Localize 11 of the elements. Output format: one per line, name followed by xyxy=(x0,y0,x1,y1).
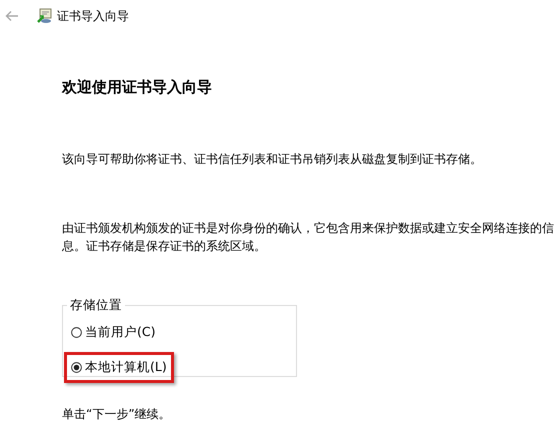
intro-paragraph: 该向导可帮助你将证书、证书信任列表和证书吊销列表从磁盘复制到证书存储。 xyxy=(62,151,483,168)
radio-button[interactable] xyxy=(71,362,82,373)
description-paragraph: 由证书颁发机构颁发的证书是对你身份的确认，它包含用来保护数据或建立安全网络连接的信息。证书存储是保存证书的系统区域。 xyxy=(62,220,555,255)
radio-button[interactable] xyxy=(71,327,82,338)
page-heading: 欢迎使用证书导入向导 xyxy=(62,78,213,97)
radio-option[interactable]: 本地计算机(L) xyxy=(69,357,169,378)
radio-option[interactable]: 当前用户(C) xyxy=(69,322,158,343)
window-title: 证书导入向导 xyxy=(57,8,129,24)
certificate-icon xyxy=(37,8,53,24)
group-label: 存储位置 xyxy=(69,297,123,314)
instruction-text: 单击“下一步”继续。 xyxy=(62,406,172,423)
